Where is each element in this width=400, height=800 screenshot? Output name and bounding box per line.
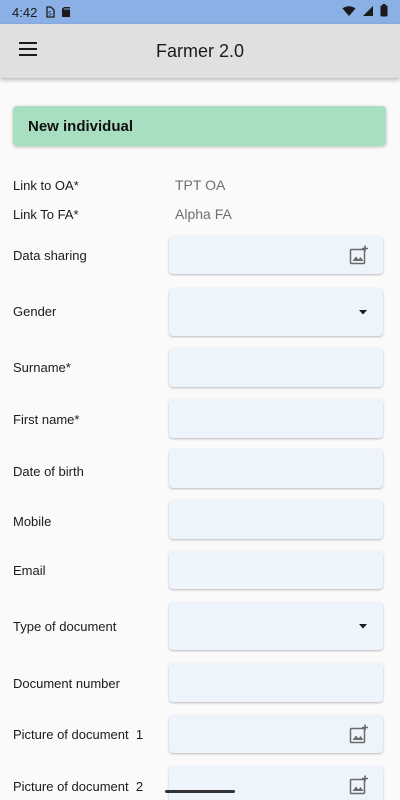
status-right-icons — [342, 4, 388, 20]
picture-of-document-1-label: Picture of document 1 — [13, 727, 144, 742]
type-of-document-label: Type of document — [13, 619, 117, 634]
dropdown-arrow-icon — [357, 620, 369, 632]
link-to-fa-value: Alpha FA — [175, 206, 232, 222]
wifi-icon — [342, 5, 356, 20]
first-name-label: First name* — [13, 412, 80, 427]
status-bar: 4:42 S — [0, 0, 400, 24]
link-to-fa-label: Link To FA* — [13, 207, 79, 222]
email-input[interactable] — [169, 551, 383, 589]
surname-input[interactable] — [169, 348, 383, 387]
svg-text:S: S — [48, 11, 52, 18]
dropdown-arrow-icon — [357, 306, 369, 318]
battery-icon — [380, 4, 388, 20]
date-of-birth-input[interactable] — [169, 449, 383, 488]
signal-icon — [362, 5, 374, 20]
type-of-document-dropdown[interactable] — [169, 602, 383, 650]
gender-dropdown[interactable] — [169, 288, 383, 336]
document-number-input[interactable] — [169, 663, 383, 702]
mobile-label: Mobile — [13, 514, 52, 529]
add-photo-icon[interactable] — [349, 775, 369, 795]
surname-label: Surname* — [13, 360, 71, 375]
link-to-oa-label: Link to OA* — [13, 178, 79, 193]
menu-icon — [19, 41, 37, 61]
menu-button[interactable] — [10, 33, 46, 69]
app-bar: Farmer 2.0 — [0, 24, 400, 78]
page-title: Farmer 2.0 — [155, 40, 245, 61]
sd-card-icon — [61, 6, 71, 18]
document-number-label: Document number — [13, 676, 120, 691]
sim-icon: S — [45, 6, 55, 18]
screen: 4:42 S Farmer 2.0 New individual Link to… — [0, 0, 400, 800]
add-photo-icon[interactable] — [349, 724, 369, 744]
data-sharing-label: Data sharing — [13, 248, 87, 263]
gesture-navigation-bar[interactable] — [165, 790, 235, 793]
data-sharing-picker[interactable] — [169, 236, 383, 274]
picture-of-document-2-picker[interactable] — [169, 766, 383, 800]
email-label: Email — [13, 563, 46, 578]
status-time: 4:42 — [12, 4, 38, 20]
form-content: New individual Link to OA* TPT OA Link T… — [0, 78, 400, 800]
link-to-oa-value: TPT OA — [175, 177, 226, 193]
new-individual-banner: New individual — [13, 106, 386, 146]
first-name-input[interactable] — [169, 399, 383, 438]
picture-of-document-2-label: Picture of document 2 — [13, 779, 144, 794]
gender-label: Gender — [13, 304, 57, 319]
add-photo-icon[interactable] — [349, 245, 369, 265]
picture-of-document-1-picker[interactable] — [169, 715, 383, 753]
banner-text: New individual — [28, 117, 134, 135]
mobile-input[interactable] — [169, 500, 383, 539]
date-of-birth-label: Date of birth — [13, 464, 84, 479]
